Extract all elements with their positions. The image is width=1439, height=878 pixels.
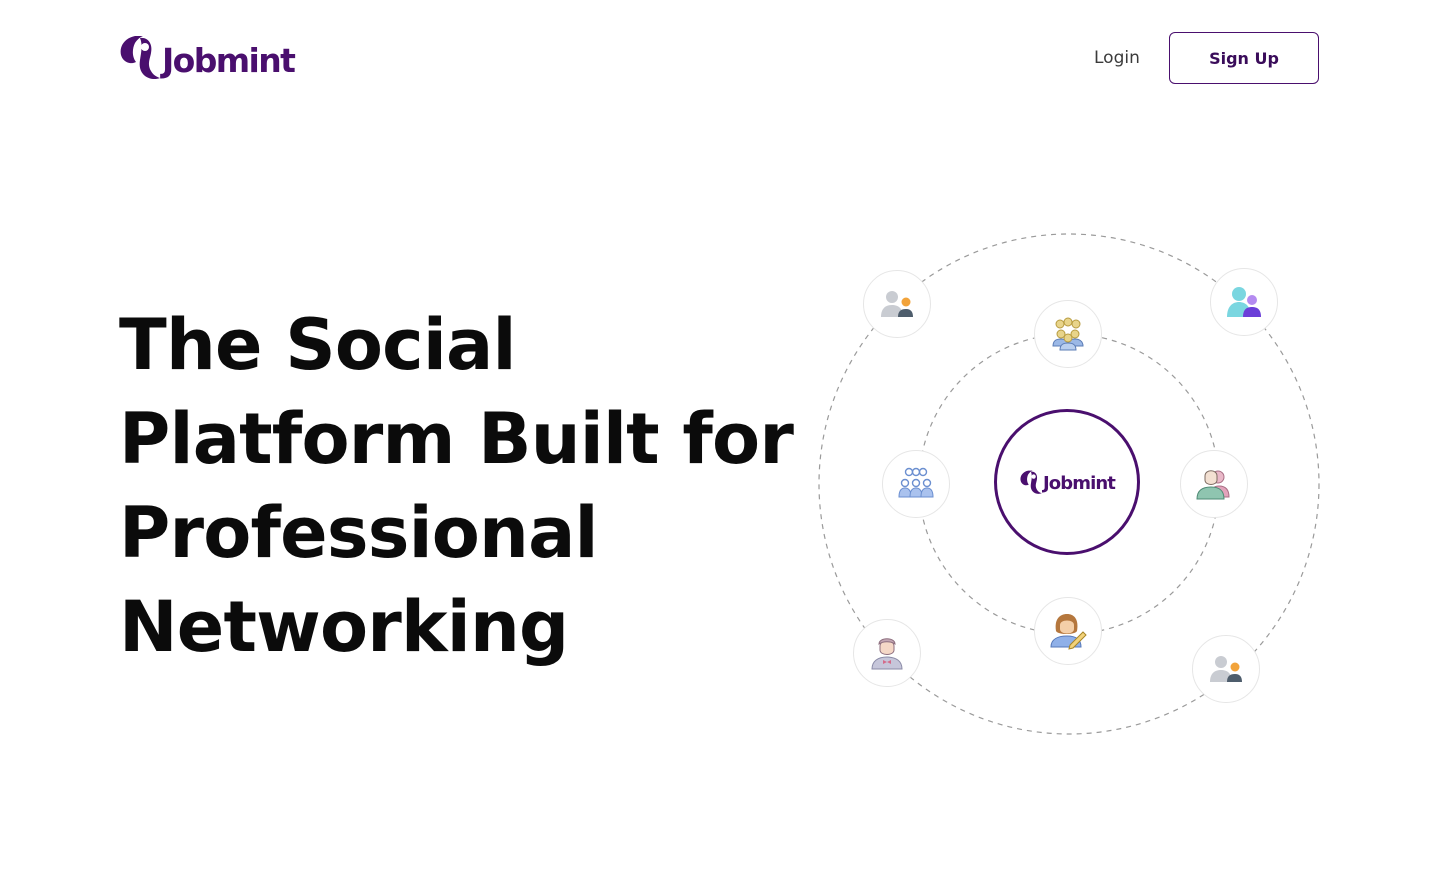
hero-title-line: Platform Built for [119, 398, 794, 480]
two-users-icon [1227, 287, 1261, 317]
network-node [1210, 268, 1278, 336]
hero-title-line: The Social [119, 304, 516, 386]
woman-writing-icon [1050, 614, 1087, 650]
network-node [1180, 450, 1248, 518]
user-with-badge-icon [881, 291, 913, 317]
landing-page: Jobmint Login Sign Up The Social Platfor… [0, 0, 1439, 878]
network-node [863, 270, 931, 338]
center-logo: Jobmint [1019, 469, 1116, 496]
sign-up-button[interactable]: Sign Up [1169, 32, 1319, 84]
jobmint-logo-icon [1020, 470, 1042, 494]
network-node [1192, 635, 1260, 703]
hero-title: The Social Platform Built for Profession… [119, 298, 794, 674]
hero-title-line: Professional [119, 492, 599, 574]
site-header: Jobmint Login Sign Up [0, 0, 1439, 116]
brand-name: Jobmint [162, 40, 296, 80]
network-graphic: Jobmint [810, 225, 1330, 745]
group-icon [898, 467, 934, 498]
login-link[interactable]: Login [1094, 47, 1140, 69]
person-with-bowtie-icon [871, 638, 903, 670]
users-icon [1196, 470, 1230, 500]
user-with-badge-icon [1210, 656, 1242, 682]
network-node [1034, 597, 1102, 665]
center-brand-badge: Jobmint [994, 409, 1140, 555]
jobmint-logo-icon [120, 36, 160, 80]
hero-title-line: Networking [119, 586, 569, 668]
network-node [882, 450, 950, 518]
crowd-icon [1052, 317, 1084, 351]
network-node [1034, 300, 1102, 368]
network-node [853, 619, 921, 687]
center-brand-name: Jobmint [1043, 473, 1116, 494]
brand-logo[interactable]: Jobmint [118, 33, 296, 83]
